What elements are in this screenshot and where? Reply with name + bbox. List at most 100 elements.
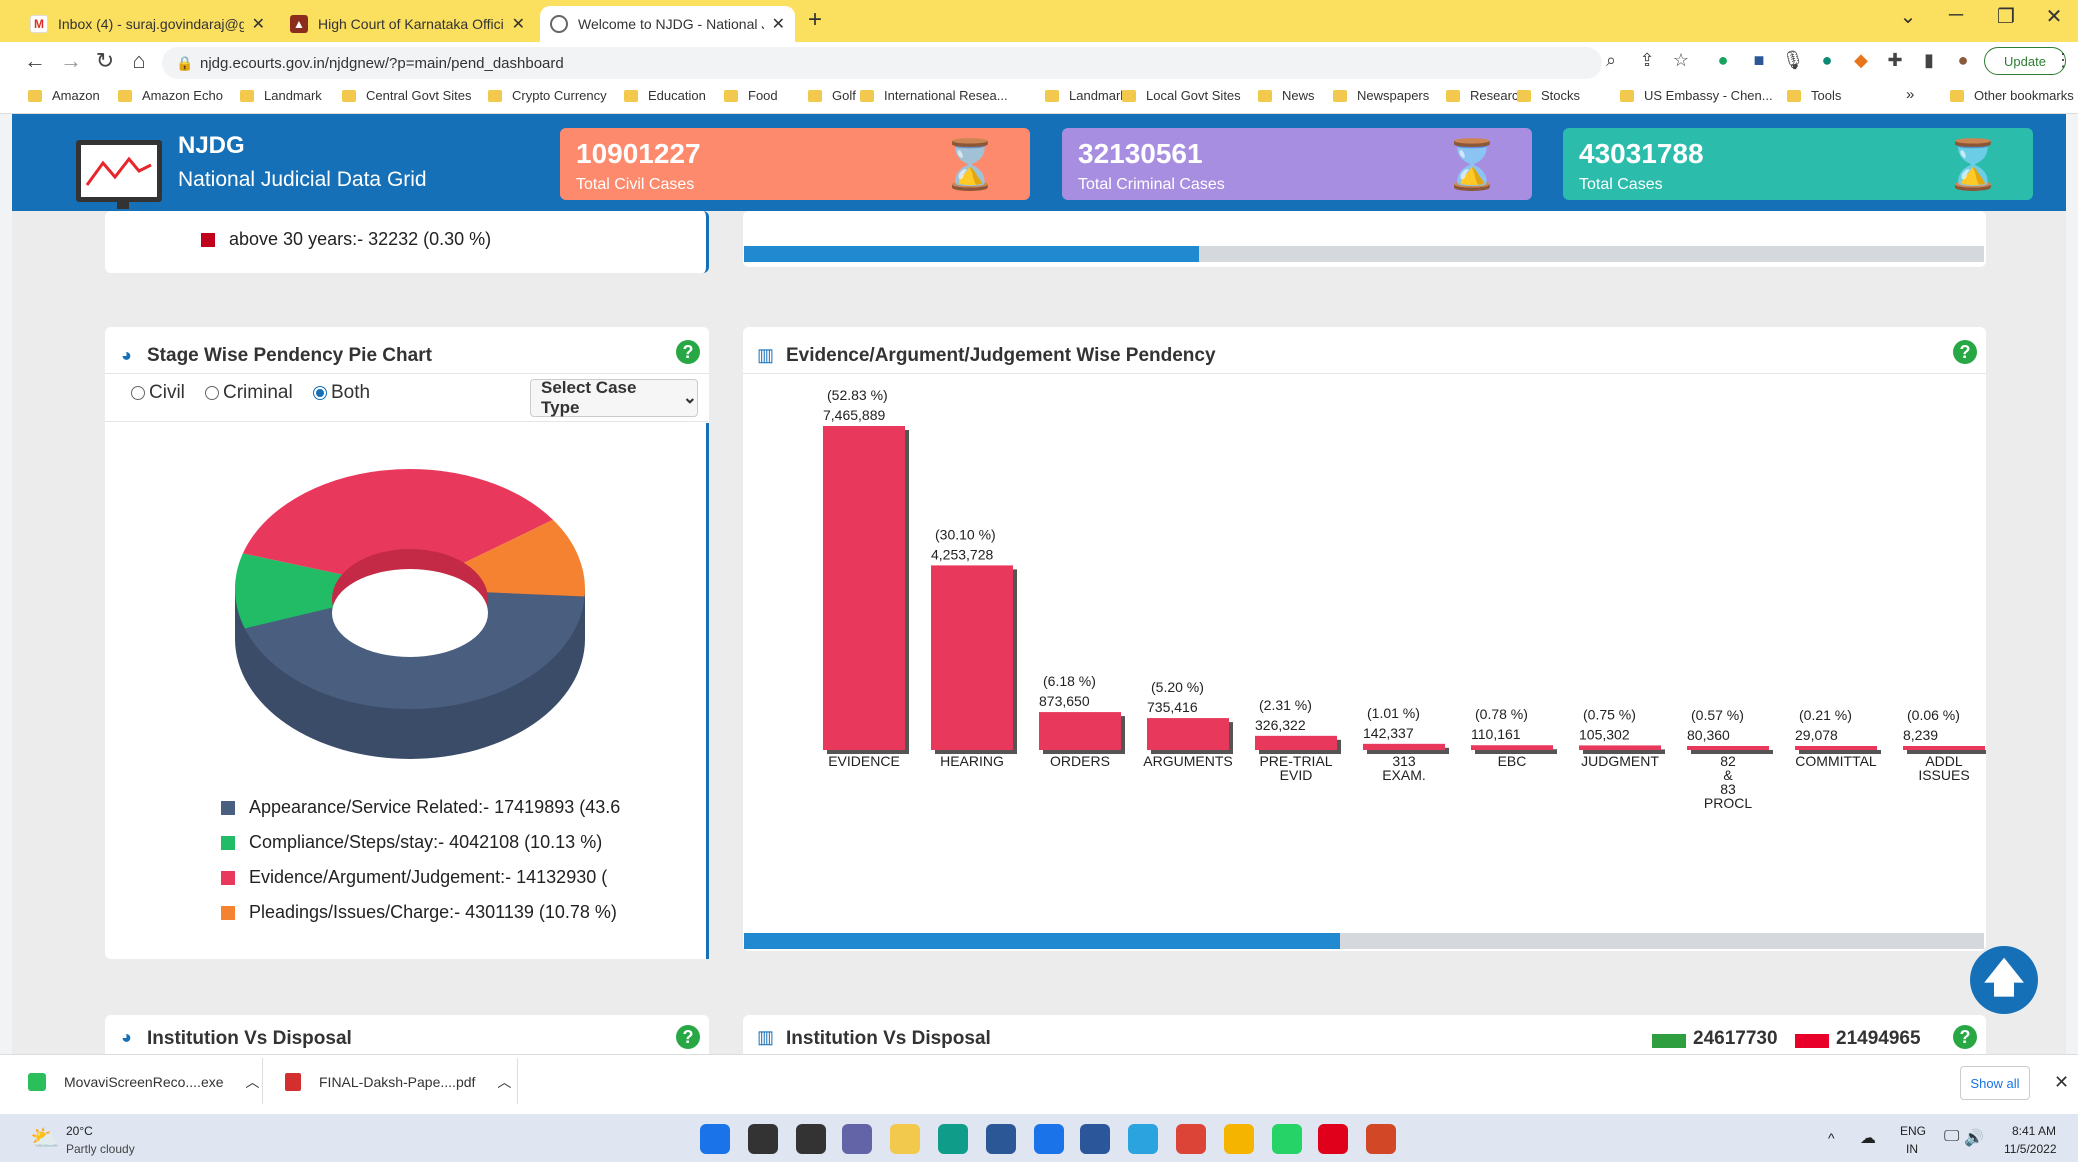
lang-primary[interactable]: ENG xyxy=(1900,1124,1926,1138)
scrollbar-thumb[interactable] xyxy=(744,246,1199,262)
app-icon[interactable] xyxy=(1034,1124,1064,1154)
bookmark-item[interactable]: Central Govt Sites xyxy=(342,88,472,103)
opera-icon[interactable] xyxy=(1318,1124,1348,1154)
help-icon[interactable]: ? xyxy=(676,1025,700,1049)
powerpoint-icon[interactable] xyxy=(1366,1124,1396,1154)
volume-icon[interactable]: 🔊 xyxy=(1964,1128,1984,1148)
bookmark-item[interactable]: Crypto Currency xyxy=(488,88,607,103)
lang-secondary[interactable]: IN xyxy=(1906,1142,1918,1156)
tab-njdg[interactable]: Welcome to NJDG - National Judi ✕ xyxy=(540,6,795,42)
store-icon[interactable] xyxy=(986,1124,1016,1154)
disposal-value: 21494965 xyxy=(1836,1028,1921,1049)
bookmark-item[interactable]: Landmark xyxy=(240,88,322,103)
star-icon[interactable]: ☆ xyxy=(1668,50,1694,71)
other-bookmarks[interactable]: Other bookmarks xyxy=(1950,88,2074,103)
download-item[interactable]: MovaviScreenReco....exe ︿ xyxy=(28,1072,260,1092)
telegram-icon[interactable] xyxy=(1128,1124,1158,1154)
radio-criminal[interactable]: Criminal xyxy=(205,382,293,404)
scroll-top-button[interactable]: 🡅 xyxy=(1970,946,2038,1014)
bookmarks-more[interactable]: » xyxy=(1906,86,1914,103)
radio-button-checked[interactable] xyxy=(313,386,327,400)
show-all-button[interactable]: Show all xyxy=(1960,1066,2030,1100)
case-type-select[interactable]: Select Case Type ⌄ xyxy=(530,378,698,417)
radio-button[interactable] xyxy=(205,386,219,400)
extension-icon[interactable]: ■ xyxy=(1746,50,1772,71)
mic-icon[interactable]: 🎙 xyxy=(1780,50,1806,71)
pdf-icon xyxy=(285,1073,301,1091)
bookmark-item[interactable]: Education xyxy=(624,88,706,103)
bookmark-item[interactable]: Newspapers xyxy=(1333,88,1429,103)
legend-item[interactable]: Pleadings/Issues/Charge:- 4301139 (10.78… xyxy=(221,902,620,923)
close-icon[interactable]: ✕ xyxy=(2054,1072,2069,1093)
teams-icon[interactable] xyxy=(842,1124,872,1154)
forward-icon[interactable]: → xyxy=(56,48,86,74)
close-icon[interactable]: ✕ xyxy=(772,14,785,34)
sidepanel-icon[interactable]: ▮ xyxy=(1916,50,1942,71)
chevron-up-icon[interactable]: ^ xyxy=(1828,1130,1835,1146)
chevron-up-icon[interactable]: ︿ xyxy=(497,1072,511,1092)
download-item[interactable]: FINAL-Daksh-Pape....pdf ︿ xyxy=(285,1072,511,1092)
network-icon[interactable]: 🖵 xyxy=(1944,1128,1959,1146)
bookmark-label: Tools xyxy=(1811,88,1842,103)
weather-icon[interactable]: ⛅ xyxy=(30,1124,60,1153)
bookmark-item[interactable]: Local Govt Sites xyxy=(1122,88,1241,103)
bookmark-item[interactable]: International Resea... xyxy=(860,88,1008,103)
bookmark-item[interactable]: Stocks xyxy=(1517,88,1580,103)
legend-item[interactable]: Compliance/Steps/stay:- 4042108 (10.13 %… xyxy=(221,832,620,853)
radio-both[interactable]: Both xyxy=(313,382,370,404)
menu-icon[interactable]: ⋮ xyxy=(2050,50,2076,71)
file-explorer-icon[interactable] xyxy=(890,1124,920,1154)
metamask-icon[interactable]: ◆ xyxy=(1848,50,1874,71)
reload-icon[interactable]: ↻ xyxy=(90,48,120,74)
bookmark-item[interactable]: Golf xyxy=(808,88,856,103)
chevron-up-icon[interactable]: ︿ xyxy=(246,1072,260,1092)
data-label-percent: (0.75 %) xyxy=(1583,706,1636,722)
bookmark-item[interactable]: Landmark xyxy=(1045,88,1127,103)
profile-avatar[interactable]: ● xyxy=(1950,50,1976,71)
radio-civil[interactable]: Civil xyxy=(131,382,185,404)
bookmark-item[interactable]: US Embassy - Chen... xyxy=(1620,88,1773,103)
whatsapp-icon[interactable] xyxy=(1272,1124,1302,1154)
help-icon[interactable]: ? xyxy=(1953,1025,1977,1049)
help-icon[interactable]: ? xyxy=(1953,340,1977,364)
radio-button[interactable] xyxy=(131,386,145,400)
new-tab-button[interactable]: + xyxy=(808,6,822,34)
back-icon[interactable]: ← xyxy=(20,48,50,74)
bookmark-item[interactable]: News xyxy=(1258,88,1315,103)
clock-date[interactable]: 11/5/2022 xyxy=(2004,1142,2057,1156)
chrome-icon[interactable] xyxy=(1224,1124,1254,1154)
chrome-icon[interactable] xyxy=(1176,1124,1206,1154)
bookmark-item[interactable]: Amazon xyxy=(28,88,100,103)
tab-gmail[interactable]: M Inbox (4) - suraj.govindaraj@gmail ✕ xyxy=(20,6,275,42)
start-icon[interactable] xyxy=(700,1124,730,1154)
home-icon[interactable]: ⌂ xyxy=(124,48,154,74)
extension-grammarly-icon[interactable]: ● xyxy=(1710,50,1736,71)
clock-time[interactable]: 8:41 AM xyxy=(2012,1124,2056,1138)
extension-icon[interactable]: ● xyxy=(1814,50,1840,71)
share-icon[interactable]: ⇪ xyxy=(1634,50,1660,71)
legend-item[interactable]: Evidence/Argument/Judgement:- 14132930 ( xyxy=(221,867,620,888)
tab-search-icon[interactable]: ⌄ xyxy=(1888,4,1928,29)
cloud-icon[interactable]: ☁ xyxy=(1860,1128,1876,1148)
word-icon[interactable] xyxy=(1080,1124,1110,1154)
zoom-icon[interactable]: ⌕ xyxy=(1598,50,1624,71)
close-icon[interactable]: ✕ xyxy=(252,14,265,34)
search-icon[interactable] xyxy=(748,1124,778,1154)
puzzle-icon[interactable]: ✚ xyxy=(1882,50,1908,71)
tab-high-court[interactable]: ▲ High Court of Karnataka Official ✕ xyxy=(280,6,535,42)
help-icon[interactable]: ? xyxy=(676,340,700,364)
lock-icon[interactable]: 🔒 xyxy=(176,55,193,72)
edge-icon[interactable] xyxy=(938,1124,968,1154)
scrollbar-thumb[interactable] xyxy=(744,933,1340,949)
bookmark-item[interactable]: Research xyxy=(1446,88,1526,103)
task-view-icon[interactable] xyxy=(796,1124,826,1154)
legend-item[interactable]: Appearance/Service Related:- 17419893 (4… xyxy=(221,797,620,818)
bookmark-item[interactable]: Tools xyxy=(1787,88,1841,103)
address-bar[interactable]: njdg.ecourts.gov.in/njdgnew/?p=main/pend… xyxy=(162,47,1602,79)
minimize-button[interactable]: ─ xyxy=(1936,4,1976,27)
bookmark-item[interactable]: Food xyxy=(724,88,778,103)
close-icon[interactable]: ✕ xyxy=(512,14,525,34)
maximize-button[interactable]: ❐ xyxy=(1986,4,2026,29)
bookmark-item[interactable]: Amazon Echo xyxy=(118,88,223,103)
close-window-button[interactable]: ✕ xyxy=(2034,4,2074,29)
